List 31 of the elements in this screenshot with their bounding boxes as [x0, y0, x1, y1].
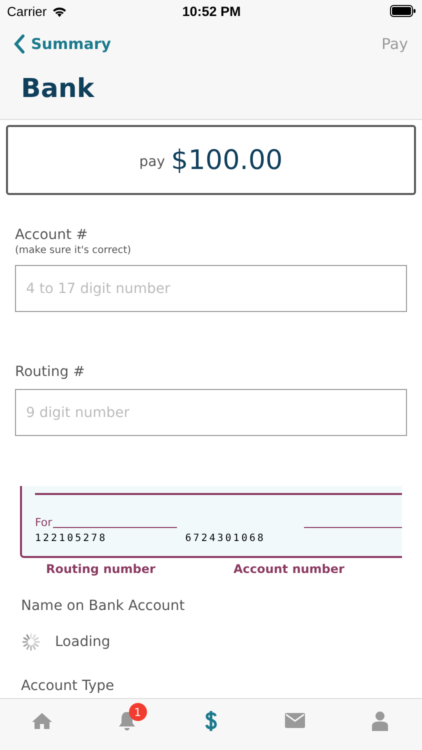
bell-icon	[118, 710, 136, 730]
routing-digits: 122105278	[35, 533, 108, 544]
home-icon	[31, 712, 54, 730]
field-label: Account #	[15, 227, 89, 243]
amount-prefix: pay	[139, 153, 166, 170]
page-title: Bank	[20, 73, 96, 104]
chevron-left-icon	[13, 34, 25, 54]
dollar-icon	[204, 710, 218, 732]
account-caption: Account number	[233, 562, 344, 576]
for-label: For	[35, 517, 52, 528]
battery-icon	[390, 5, 416, 17]
mail-icon	[285, 713, 306, 728]
loading-text: Loading	[55, 634, 110, 650]
tab-item[interactable]: 1	[84, 699, 169, 750]
input-field[interactable]: 4 to 17 digit number	[15, 265, 407, 312]
back-button[interactable]: Summary	[13, 34, 112, 54]
status-time: 10:52 PM	[182, 4, 241, 18]
input-field[interactable]: 9 digit number	[15, 389, 407, 436]
carrier-name: Carrier	[7, 4, 47, 18]
notification-badge: 1	[128, 703, 147, 721]
pay-button[interactable]: Pay	[382, 35, 408, 53]
routing-caption: Routing number	[46, 562, 156, 576]
section-label: Account Type	[20, 678, 116, 694]
field-label: Routing #	[15, 364, 86, 380]
field-hint: (make sure it's correct)	[15, 245, 132, 256]
account-digits: 6724301068	[185, 533, 266, 544]
amount-value: $100.00	[171, 144, 283, 176]
spinner-icon	[21, 632, 41, 652]
wifi-icon	[52, 6, 67, 16]
person-icon	[370, 710, 389, 730]
section-label: Name on Bank Account	[20, 598, 186, 614]
